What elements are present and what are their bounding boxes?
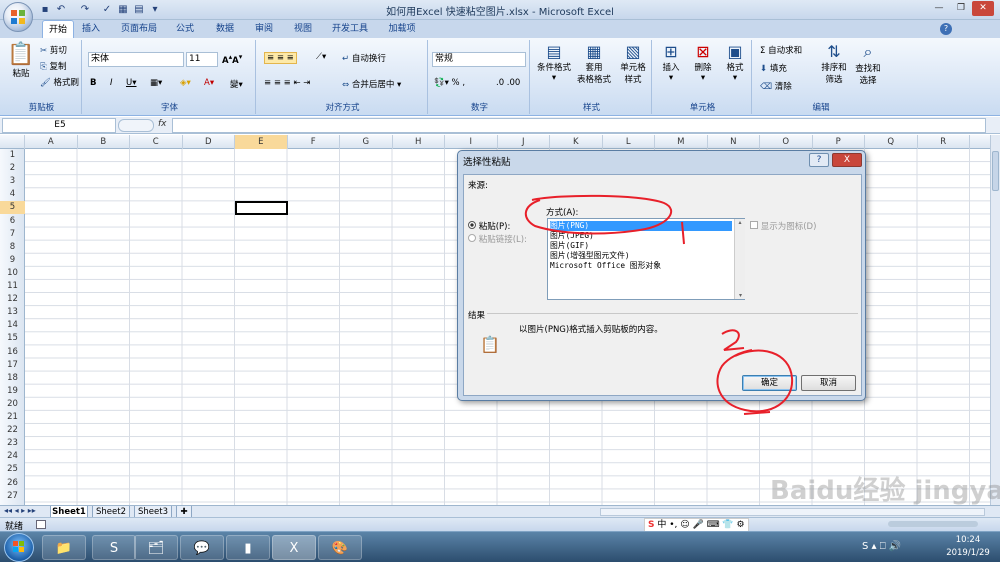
annotation-circle-2 [716,349,794,413]
watermark: Baidu经验 jingyan.baidu.com [770,476,1000,506]
annotation-stroke-1 [681,221,685,245]
annotation-digit-2 [721,329,745,351]
office-button[interactable] [3,2,33,32]
annotation-underline-2 [743,411,771,415]
annotation-circle-1 [524,194,673,235]
office-logo-icon [11,10,25,24]
